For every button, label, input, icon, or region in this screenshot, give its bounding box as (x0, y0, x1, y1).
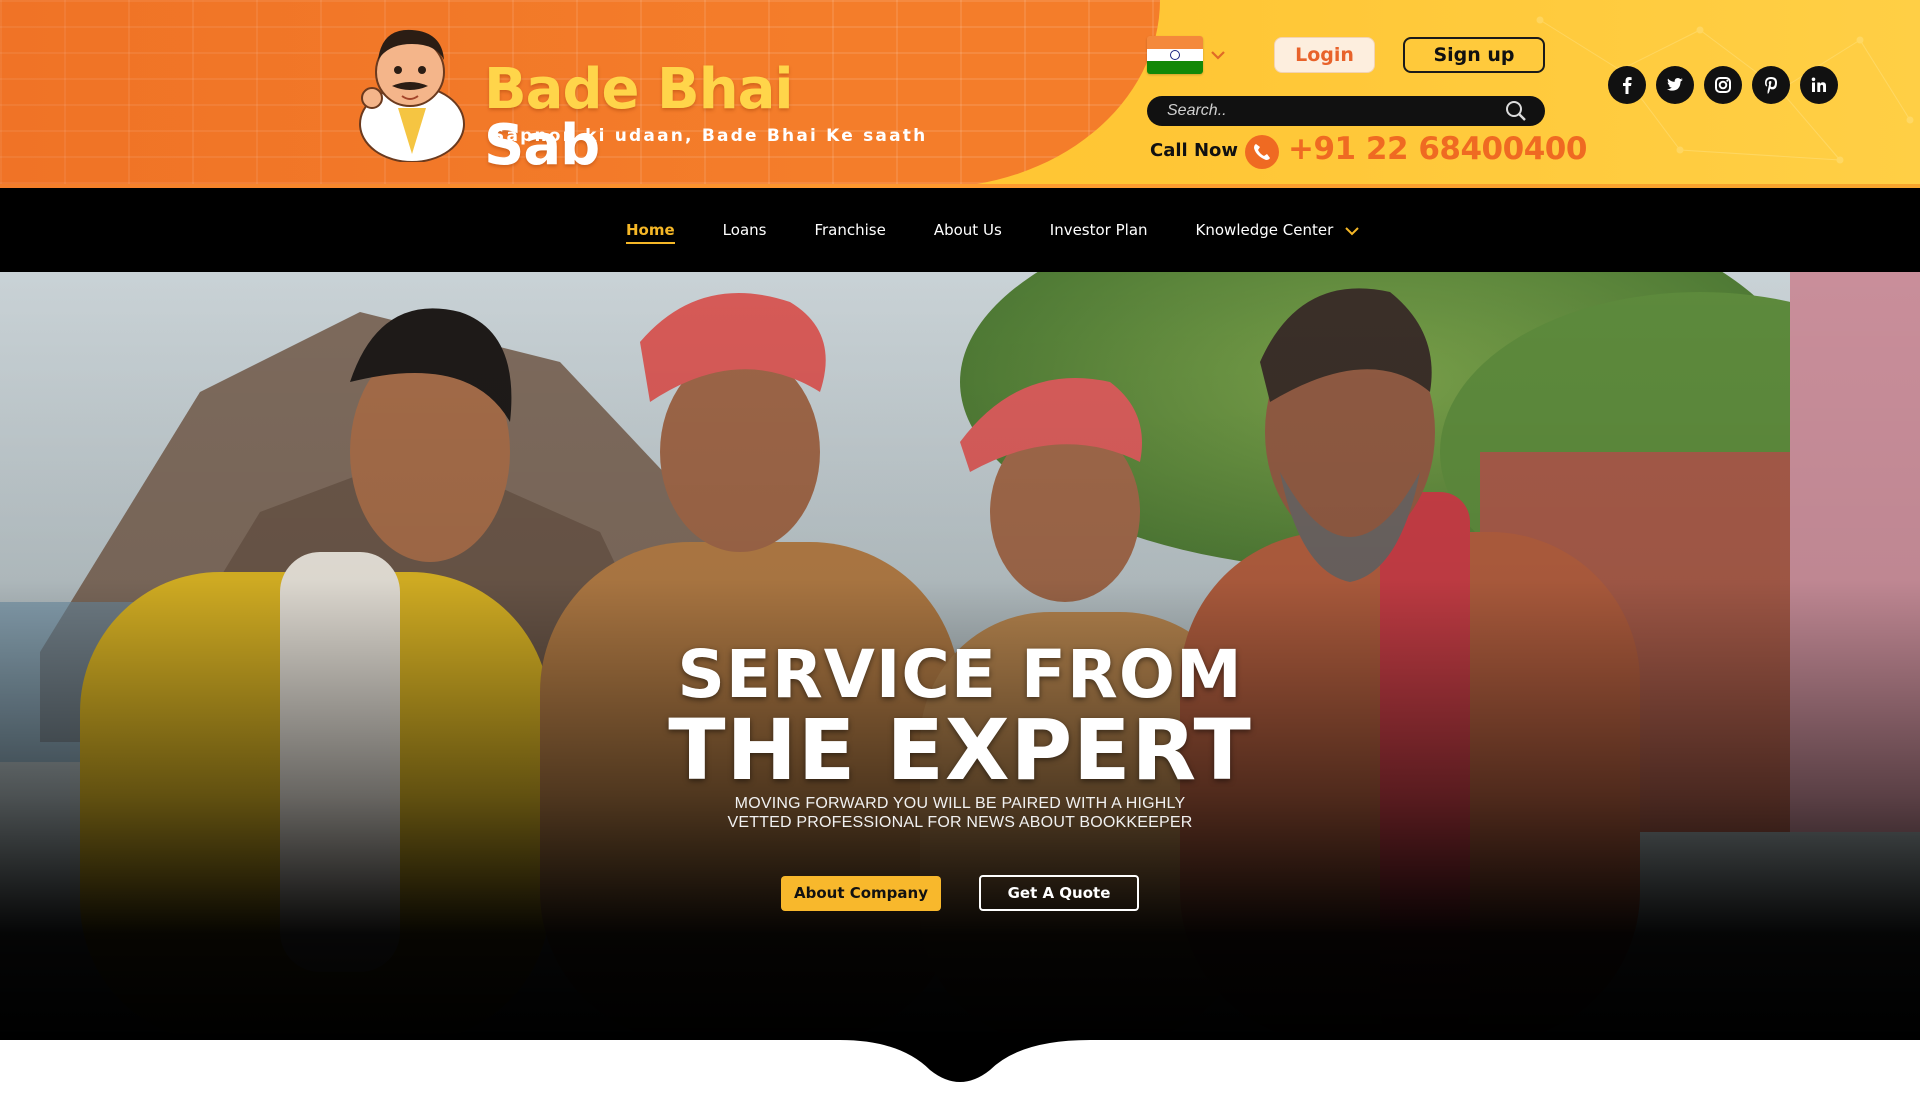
phone-number[interactable]: +91 22 68400400 (1288, 131, 1587, 167)
nav-item-investor-plan[interactable]: Investor Plan (1050, 221, 1148, 239)
linkedin-icon[interactable] (1800, 66, 1838, 104)
site-header: Bade Bhai Sab Sapnon ki udaan, Bade Bhai… (0, 0, 1920, 188)
india-flag-icon (1147, 36, 1203, 74)
nav-item-knowledge-center-label: Knowledge Center (1195, 221, 1334, 239)
login-button[interactable]: Login (1274, 37, 1375, 73)
nav-item-loans[interactable]: Loans (723, 221, 767, 239)
hero-subtitle: MOVING FORWARD YOU WILL BE PAIRED WITH A… (660, 794, 1260, 832)
hero-section: SERVICE FROM THE EXPERT MOVING FORWARD Y… (0, 272, 1920, 1042)
nav-item-franchise[interactable]: Franchise (814, 221, 885, 239)
hero-title-line1: SERVICE FROM (677, 636, 1243, 713)
pinterest-icon[interactable] (1752, 66, 1790, 104)
hero-subtitle-line1: MOVING FORWARD YOU WILL BE PAIRED WITH A… (734, 795, 1186, 812)
hero-subtitle-line2: VETTED PROFESSIONAL FOR NEWS ABOUT BOOKK… (727, 814, 1193, 831)
nav-item-knowledge-center[interactable]: Knowledge Center (1196, 221, 1361, 239)
language-selector[interactable] (1147, 36, 1227, 74)
main-navigation: Home Loans Franchise About Us Investor P… (0, 188, 1920, 272)
brand-logo[interactable]: Bade Bhai Sab Sapnon ki udaan, Bade Bhai… (352, 14, 925, 174)
section-divider-notch (0, 1040, 1920, 1094)
signup-button[interactable]: Sign up (1403, 37, 1545, 73)
hero-title-line2: THE EXPERT (668, 701, 1252, 799)
facebook-icon[interactable] (1608, 66, 1646, 104)
phone-icon[interactable] (1245, 135, 1279, 169)
brand-name: Bade Bhai Sab (484, 62, 912, 174)
about-company-button[interactable]: About Company (781, 876, 941, 911)
mascot-logo-icon (359, 29, 465, 162)
instagram-icon[interactable] (1704, 66, 1742, 104)
nav-item-home[interactable]: Home (626, 221, 675, 244)
brand-tagline: Sapnon ki udaan, Bade Bhai Ke saath (492, 126, 928, 146)
get-a-quote-button[interactable]: Get A Quote (979, 875, 1139, 911)
twitter-icon[interactable] (1656, 66, 1694, 104)
nav-menu: Home Loans Franchise About Us Investor P… (626, 188, 1408, 272)
chevron-down-icon (1211, 51, 1225, 60)
social-links (1608, 66, 1838, 104)
search-bar (1147, 96, 1545, 126)
chevron-down-icon (1345, 226, 1359, 235)
call-now-label: Call Now (1150, 140, 1239, 161)
nav-item-about-us[interactable]: About Us (934, 221, 1002, 239)
search-icon[interactable] (1504, 99, 1528, 123)
search-input[interactable] (1167, 100, 1497, 122)
